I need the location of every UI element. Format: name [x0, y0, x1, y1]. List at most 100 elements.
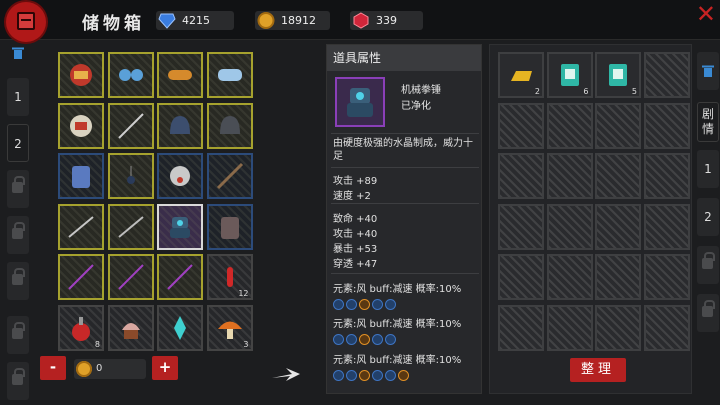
storage-slot[interactable]	[643, 102, 690, 149]
inventory-slot[interactable]	[107, 203, 154, 250]
inventory-slot[interactable]	[58, 52, 104, 98]
element-badge-icon	[385, 334, 396, 345]
inventory-slot[interactable]	[107, 254, 154, 300]
inventory-slot[interactable]	[107, 304, 154, 351]
inventory-slot[interactable]	[157, 304, 203, 351]
element-line: 元素:风 buff:减速 概率:10%	[333, 355, 462, 366]
blade-icon	[68, 215, 94, 238]
storage-slot[interactable]: 2	[498, 52, 544, 98]
purple-sword3-icon	[167, 264, 193, 290]
inventory-slot[interactable]	[157, 254, 203, 300]
element-badges	[333, 330, 398, 345]
inventory-slot[interactable]	[206, 153, 253, 199]
crystal-icon	[174, 315, 186, 340]
storage-slot[interactable]: 5	[595, 52, 641, 98]
storage-screen: 储物箱 4215 18912 339 ✕ 1 2 12 8 3 - 0 + 道具属性	[0, 0, 720, 405]
storage-slot[interactable]	[643, 203, 690, 250]
story-tab[interactable]: 剧情	[697, 102, 719, 142]
inventory-slot[interactable]	[107, 52, 154, 98]
item-quantity: 2	[534, 87, 540, 96]
gold-coin-icon	[257, 12, 275, 29]
page-tab-1[interactable]: 1	[7, 78, 29, 116]
gas-mask-icon	[170, 166, 190, 186]
locked-tab-4	[7, 216, 29, 254]
storage-slot[interactable]	[498, 153, 544, 199]
storage-slot[interactable]: 6	[546, 52, 593, 98]
inventory-slot[interactable]	[157, 52, 203, 98]
inventory-slot[interactable]	[58, 203, 104, 250]
inventory-slot[interactable]	[107, 153, 154, 199]
inventory-slot[interactable]	[206, 203, 253, 250]
storage-slot[interactable]	[595, 254, 641, 300]
storage-slot[interactable]	[546, 304, 593, 351]
storage-page-2[interactable]: 2	[697, 198, 719, 236]
page-tab-2[interactable]: 2	[7, 124, 29, 162]
storage-chest-icon[interactable]	[6, 2, 46, 42]
minus-button[interactable]: -	[40, 356, 66, 380]
item-state: 已净化	[401, 101, 431, 112]
inventory-slot[interactable]	[157, 153, 203, 199]
inventory-slot[interactable]: 3	[206, 304, 253, 351]
inventory-slot[interactable]	[58, 254, 104, 300]
storage-slot[interactable]	[546, 254, 593, 300]
inventory-slot[interactable]: 8	[58, 304, 104, 351]
storage-slot[interactable]	[546, 203, 593, 250]
storage-slot[interactable]	[643, 304, 690, 351]
inventory-slot[interactable]	[206, 102, 253, 149]
amount-field[interactable]: 0	[74, 359, 146, 379]
inventory-slot[interactable]	[58, 153, 104, 199]
item-quantity: 8	[94, 339, 100, 349]
storage-slot[interactable]	[595, 203, 641, 250]
inventory-slot[interactable]	[206, 52, 253, 98]
trash-icon	[702, 65, 714, 77]
storage-slot[interactable]	[498, 304, 544, 351]
blue-gem-value: 4215	[182, 14, 210, 27]
inventory-slot[interactable]	[58, 102, 104, 149]
storage-slot[interactable]	[643, 52, 690, 98]
mushroom-icon	[217, 321, 242, 339]
transfer-arrow-icon[interactable]	[270, 364, 302, 384]
storage-slot[interactable]	[498, 102, 544, 149]
inventory-slot[interactable]: 12	[206, 254, 253, 300]
storage-slot[interactable]	[643, 254, 690, 300]
item-quantity: 6	[583, 87, 589, 96]
element-badge-icon	[333, 299, 344, 310]
locked-tab-6	[7, 316, 29, 354]
cupcake-icon	[121, 322, 140, 339]
mech-fist-icon	[170, 216, 190, 238]
gold-coin-value: 18912	[281, 14, 316, 27]
locked-tab	[697, 294, 719, 332]
locked-tab-7	[7, 362, 29, 400]
top-bar: 储物箱 4215 18912 339 ✕	[0, 0, 720, 42]
element-badge-icon	[359, 299, 370, 310]
inventory-slot[interactable]	[157, 102, 203, 149]
red-gem-value: 339	[376, 14, 397, 27]
stat-line: 攻击 +89	[333, 176, 378, 187]
storage-page-1[interactable]: 1	[697, 150, 719, 188]
blue-helmet-icon	[170, 115, 190, 134]
storage-slot[interactable]	[546, 102, 593, 149]
inventory-slot[interactable]	[107, 102, 154, 149]
storage-slot[interactable]	[643, 153, 690, 199]
storage-slot[interactable]	[595, 304, 641, 351]
red-gem-counter: 339	[350, 11, 423, 30]
storage-slot[interactable]	[595, 102, 641, 149]
storage-slot[interactable]	[498, 203, 544, 250]
gold-coin-counter: 18912	[255, 11, 330, 30]
inventory-slot[interactable]	[157, 203, 203, 250]
blue-goggles-icon	[217, 69, 242, 81]
item-quantity: 3	[243, 339, 249, 349]
element-badge-icon	[346, 299, 357, 310]
sort-button[interactable]: 整理	[570, 358, 626, 382]
storage-slot[interactable]	[595, 153, 641, 199]
trash-tab[interactable]	[697, 52, 719, 90]
storage-slot[interactable]	[546, 153, 593, 199]
storage-slot[interactable]	[498, 254, 544, 300]
plus-button[interactable]: +	[152, 356, 178, 380]
close-icon[interactable]: ✕	[696, 1, 716, 27]
lock-icon	[12, 176, 25, 193]
blue-gem-icon	[158, 13, 176, 29]
item-quantity: 5	[631, 87, 637, 96]
trash-icon[interactable]	[11, 46, 25, 60]
rifle-icon	[216, 162, 243, 190]
